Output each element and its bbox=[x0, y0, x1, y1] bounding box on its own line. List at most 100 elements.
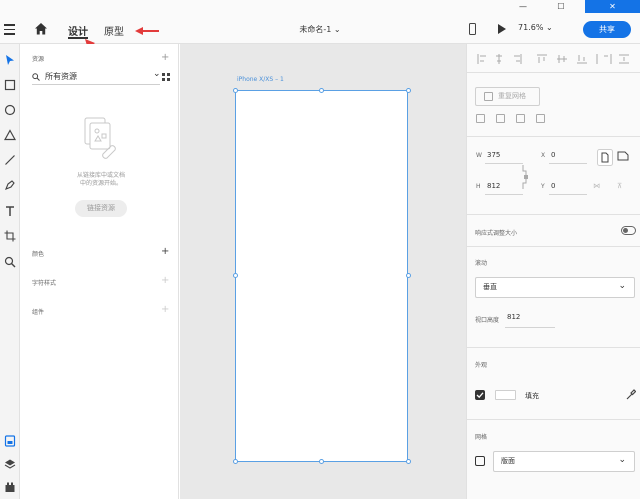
share-button[interactable]: 共享 bbox=[583, 21, 631, 38]
boolean-exclude-icon[interactable] bbox=[536, 114, 545, 123]
top-toolbar: — ☐ ✕ 设计 原型 未命名-1 ⌄ 71.6% ⌄ 共享 bbox=[0, 0, 640, 83]
xd-app-window: — ☐ ✕ 设计 原型 未命名-1 ⌄ 71.6% ⌄ 共享 资源 + 所有资源… bbox=[0, 0, 640, 499]
document-title[interactable]: 未命名-1 bbox=[299, 25, 331, 34]
artboard-label[interactable]: iPhone X/XS – 1 bbox=[237, 76, 284, 83]
grid-type-select[interactable]: 版面 ⌄ bbox=[493, 451, 635, 472]
x-underline bbox=[549, 163, 587, 164]
width-underline bbox=[485, 163, 523, 164]
x-input[interactable]: 0 bbox=[551, 151, 555, 159]
add-color-icon[interactable]: + bbox=[161, 247, 169, 257]
resize-handle-top-left[interactable] bbox=[233, 88, 238, 93]
select-tool-icon[interactable] bbox=[4, 54, 16, 66]
assets-filter-dropdown[interactable]: 所有资源 ⌄ bbox=[32, 69, 161, 83]
assets-title: 资源 bbox=[32, 56, 45, 63]
home-icon[interactable] bbox=[34, 22, 48, 36]
add-asset-icon[interactable]: + bbox=[161, 53, 169, 63]
eyedropper-icon[interactable] bbox=[626, 389, 636, 400]
empty-message-line-2: 中的资源开始。 bbox=[79, 180, 122, 187]
assets-panel-icon[interactable] bbox=[4, 435, 16, 447]
boolean-add-icon[interactable] bbox=[476, 114, 485, 123]
chevron-down-icon: ⌄ bbox=[618, 455, 626, 465]
flip-vertical-icon[interactable]: ⊼ bbox=[617, 182, 622, 190]
canvas-area[interactable]: iPhone X/XS – 1 bbox=[180, 44, 466, 499]
resize-handle-left[interactable] bbox=[233, 273, 238, 278]
grid-view-icon[interactable] bbox=[162, 73, 170, 81]
empty-message-line-1: 从链接库中或文档 bbox=[76, 172, 125, 179]
device-preview-icon[interactable] bbox=[469, 23, 476, 35]
resize-handle-top[interactable] bbox=[319, 88, 324, 93]
components-section-label: 组件 bbox=[32, 309, 45, 316]
resize-handle-top-right[interactable] bbox=[406, 88, 411, 93]
y-label: Y bbox=[541, 183, 545, 190]
add-component-icon[interactable]: + bbox=[161, 305, 169, 315]
lock-aspect-icon[interactable] bbox=[521, 165, 531, 189]
y-underline bbox=[549, 194, 587, 195]
x-label: X bbox=[541, 152, 546, 159]
width-input[interactable]: 375 bbox=[487, 151, 500, 159]
add-character-style-icon[interactable]: + bbox=[161, 276, 169, 286]
grid-checkbox[interactable] bbox=[475, 456, 485, 466]
tool-rail bbox=[0, 44, 20, 499]
divider bbox=[467, 214, 640, 215]
link-assets-button[interactable]: 链接资源 bbox=[75, 200, 127, 217]
portrait-orientation-icon[interactable] bbox=[597, 149, 613, 166]
responsive-resize-toggle[interactable] bbox=[621, 226, 636, 235]
viewport-height-underline bbox=[505, 327, 555, 328]
plugins-panel-icon[interactable] bbox=[4, 481, 16, 493]
line-tool-icon[interactable] bbox=[4, 154, 16, 166]
flip-horizontal-icon[interactable]: ⋈ bbox=[593, 182, 600, 190]
tab-prototype[interactable]: 原型 bbox=[104, 23, 124, 38]
hamburger-menu-icon[interactable] bbox=[4, 24, 15, 35]
chevron-down-icon[interactable]: ⌄ bbox=[334, 25, 341, 34]
artboard-tool-icon[interactable] bbox=[4, 230, 16, 242]
repeat-grid-icon bbox=[484, 92, 493, 101]
artboard[interactable] bbox=[235, 90, 408, 462]
resize-handle-bottom[interactable] bbox=[319, 459, 324, 464]
filter-underline bbox=[32, 84, 160, 85]
divider bbox=[467, 136, 640, 137]
colors-section-label: 颜色 bbox=[32, 251, 45, 258]
fill-color-swatch[interactable] bbox=[495, 390, 516, 400]
fill-checkbox[interactable] bbox=[475, 390, 485, 400]
maximize-icon[interactable]: ☐ bbox=[546, 0, 576, 13]
divider bbox=[467, 419, 640, 420]
play-preview-icon[interactable] bbox=[498, 24, 506, 34]
zoom-level[interactable]: 71.6% ⌄ bbox=[518, 23, 553, 32]
rectangle-tool-icon[interactable] bbox=[4, 79, 16, 91]
scroll-label: 滚动 bbox=[475, 260, 488, 267]
repeat-grid-button[interactable]: 重复网格 bbox=[475, 87, 540, 106]
text-tool-icon[interactable] bbox=[4, 205, 16, 217]
boolean-subtract-icon[interactable] bbox=[496, 114, 505, 123]
viewport-height-input[interactable]: 812 bbox=[507, 313, 520, 321]
ellipse-tool-icon[interactable] bbox=[4, 104, 16, 116]
grid-type-value: 版面 bbox=[501, 457, 515, 465]
pen-tool-icon[interactable] bbox=[4, 179, 16, 191]
search-icon bbox=[32, 73, 40, 81]
scroll-direction-value: 垂直 bbox=[483, 283, 497, 291]
checkmark-icon bbox=[476, 392, 484, 399]
resize-handle-bottom-right[interactable] bbox=[406, 459, 411, 464]
viewport-height-label: 视口高度 bbox=[475, 317, 500, 324]
resize-handle-right[interactable] bbox=[406, 273, 411, 278]
height-input[interactable]: 812 bbox=[487, 182, 500, 190]
y-input[interactable]: 0 bbox=[551, 182, 555, 190]
landscape-orientation-icon[interactable] bbox=[617, 151, 629, 161]
close-window-icon[interactable]: ✕ bbox=[585, 0, 640, 13]
fill-label: 填充 bbox=[525, 392, 539, 400]
chevron-down-icon: ⌄ bbox=[618, 281, 626, 291]
height-label: H bbox=[476, 183, 481, 190]
zoom-tool-icon[interactable] bbox=[4, 256, 16, 268]
polygon-tool-icon[interactable] bbox=[4, 129, 16, 141]
resize-handle-bottom-left[interactable] bbox=[233, 459, 238, 464]
character-styles-section-label: 字符样式 bbox=[32, 280, 57, 287]
scroll-direction-select[interactable]: 垂直 ⌄ bbox=[475, 277, 635, 298]
boolean-intersect-icon[interactable] bbox=[516, 114, 525, 123]
layers-panel-icon[interactable] bbox=[4, 458, 16, 470]
minimize-icon[interactable]: — bbox=[508, 0, 538, 13]
divider bbox=[467, 246, 640, 247]
tab-design[interactable]: 设计 bbox=[68, 23, 88, 39]
property-inspector: 重复网格 W 375 X 0 H 812 Y 0 ⋈ ⊼ 响应式调整大小 滚动 … bbox=[466, 44, 640, 499]
red-arrow-annotation-prototype bbox=[135, 27, 159, 35]
responsive-resize-label: 响应式调整大小 bbox=[475, 230, 518, 237]
repeat-grid-label: 重复网格 bbox=[498, 92, 526, 100]
